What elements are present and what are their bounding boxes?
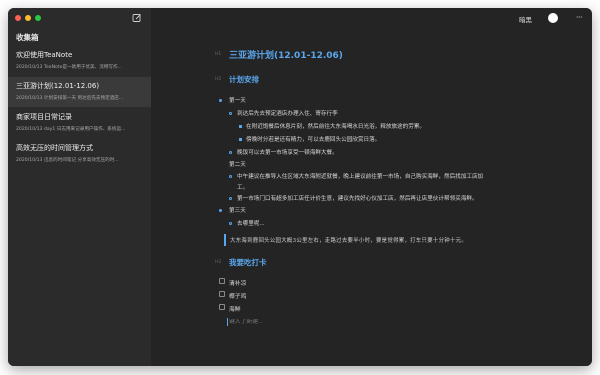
bullet-icon bbox=[229, 175, 232, 178]
note-title: 欢迎使用TeaNote bbox=[16, 51, 73, 59]
note-list-item[interactable]: 欢迎使用TeaNote 2020/10/13 TeaNote是一款用于优美、流畅… bbox=[8, 46, 151, 76]
todo-checkbox[interactable] bbox=[219, 278, 225, 284]
section-heading: 我要吃打卡 bbox=[229, 258, 267, 267]
sidebar-title: 收集箱 bbox=[16, 33, 39, 42]
bullet-icon bbox=[239, 138, 242, 141]
blockquote-bar bbox=[224, 234, 226, 246]
heading-level-marker: H2 bbox=[215, 77, 222, 82]
note-title: 商家项目日常记录 bbox=[16, 113, 72, 121]
todo-label: 海鲜 bbox=[229, 307, 241, 313]
note-document[interactable]: H1 三亚游计划(12.01-12.06) H2 计划安排 第一天 到达后先去预… bbox=[151, 8, 592, 366]
todo-label: 椰子鸡 bbox=[229, 294, 247, 300]
section-heading: 计划安排 bbox=[229, 75, 259, 84]
note-preview: 2020/10/13 TeaNote是一款用于优美、流畅写作... bbox=[16, 65, 122, 70]
new-block-input[interactable] bbox=[229, 319, 529, 325]
note-list: 欢迎使用TeaNote 2020/10/13 TeaNote是一款用于优美、流畅… bbox=[8, 46, 151, 169]
compose-icon[interactable] bbox=[132, 13, 142, 23]
todo-checkbox[interactable] bbox=[219, 291, 225, 297]
todo-checkbox[interactable] bbox=[219, 304, 225, 310]
list-item-continued: 工。 bbox=[237, 185, 249, 191]
bullet-icon bbox=[219, 99, 222, 102]
note-preview: 2020/10/13 day1 日志用来记录用户操作、系统运... bbox=[16, 127, 126, 132]
list-item: 去哪里呢... bbox=[237, 221, 265, 227]
list-item: 到达后先去预定酒店办理入住、寄存行李 bbox=[237, 111, 338, 117]
note-heading-title: 三亚游计划(12.01-12.06) bbox=[229, 51, 343, 61]
note-list-item-selected[interactable]: 三亚游计划(12.01-12.06) 2020/10/13 计划安排第一天 到达… bbox=[8, 77, 151, 107]
list-item: 傍晚时分若是还有精力，可以去鹿回头公园欣赏日落。 bbox=[246, 137, 381, 143]
list-item: 第三天 bbox=[229, 208, 246, 214]
note-list-item[interactable]: 商家项目日常记录 2020/10/13 day1 日志用来记录用户操作、系统运.… bbox=[8, 108, 151, 138]
note-title: 三亚游计划(12.01-12.06) bbox=[16, 82, 100, 90]
editor-pane: 暗黑 ··· H1 三亚游计划(12.01-12.06) H2 计划安排 第一天… bbox=[151, 8, 592, 366]
bullet-icon bbox=[239, 125, 242, 128]
list-item: 第二天 bbox=[229, 162, 246, 168]
note-preview: 2020/10/13 计划安排第一天 到达后先去预定酒店... bbox=[16, 96, 124, 101]
bullet-icon bbox=[229, 197, 232, 200]
todo-label: 清补凉 bbox=[229, 281, 247, 287]
text-caret bbox=[227, 318, 228, 326]
list-item: 晚饭可以去第一市场享受一顿海鲜大餐。 bbox=[237, 150, 338, 156]
bullet-icon bbox=[229, 112, 232, 115]
list-item: 第一市场门口有超多加工店任计价生意，建议先找好心仪加工店，然后再让店里伙计帮领买… bbox=[237, 196, 478, 202]
note-title: 高效无压的时间管理方式 bbox=[16, 144, 93, 152]
list-item: 中午建议在推导入住区域大东海附近就餐，晚上建议前往第一市场，自己购买海鲜，然后找… bbox=[237, 174, 484, 180]
minimize-window-button[interactable] bbox=[25, 15, 31, 21]
heading-level-marker: H2 bbox=[215, 260, 222, 265]
bullet-icon bbox=[229, 151, 232, 154]
note-preview: 2020/10/13 迅息的时间笔记 分享高效无压的时... bbox=[16, 158, 119, 163]
window-controls bbox=[15, 15, 41, 21]
blockquote: 大东海到鹿回头公园大概3公里左右，走路过去要半小时，要是觉得累，打车只要十分钟十… bbox=[230, 238, 468, 244]
app-window: 收集箱 欢迎使用TeaNote 2020/10/13 TeaNote是一款用于优… bbox=[8, 8, 592, 366]
sidebar: 收集箱 欢迎使用TeaNote 2020/10/13 TeaNote是一款用于优… bbox=[8, 8, 151, 366]
heading-level-marker: H1 bbox=[215, 52, 222, 57]
list-item: 第一天 bbox=[229, 98, 246, 104]
zoom-window-button[interactable] bbox=[35, 15, 41, 21]
list-item: 在附近饱餐后休息片刻，然后前往大东海喝水日光浴，释放旅途的劳累。 bbox=[246, 124, 426, 130]
close-window-button[interactable] bbox=[15, 15, 21, 21]
bullet-icon bbox=[219, 209, 222, 212]
note-list-item[interactable]: 高效无压的时间管理方式 2020/10/13 迅息的时间笔记 分享高效无压的时.… bbox=[8, 139, 151, 169]
bullet-icon bbox=[229, 222, 232, 225]
